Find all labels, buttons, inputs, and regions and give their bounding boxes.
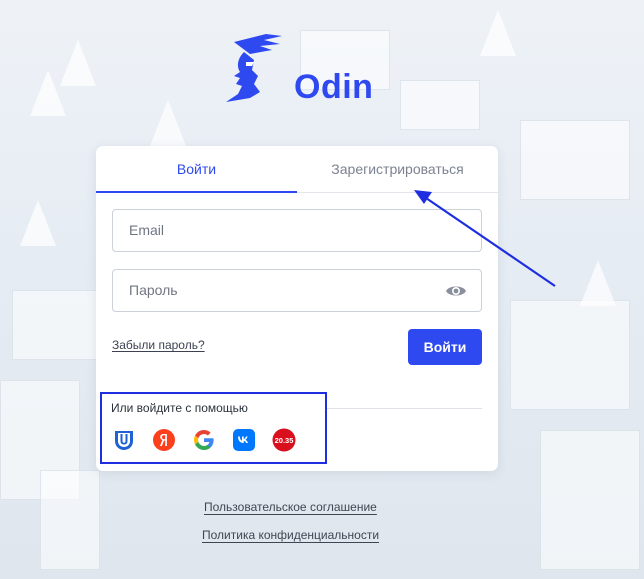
google-icon[interactable] <box>192 428 216 452</box>
auth-tabs: Войти Зарегистрироваться <box>96 146 498 193</box>
email-field[interactable]: Email <box>112 209 482 252</box>
unti-icon[interactable] <box>112 428 136 452</box>
password-field[interactable]: Пароль <box>112 269 482 312</box>
privacy-link[interactable]: Политика конфиденциальности <box>202 528 379 542</box>
password-placeholder: Пароль <box>129 282 178 298</box>
viking-head-icon <box>226 34 282 102</box>
vk-icon[interactable] <box>232 428 256 452</box>
eye-icon[interactable] <box>445 283 467 299</box>
2035-label: 20.35 <box>275 436 294 445</box>
social-icons-row: 20.35 <box>112 428 296 452</box>
tab-register[interactable]: Зарегистрироваться <box>297 146 498 193</box>
brand-name: Odin <box>294 68 374 106</box>
tab-login[interactable]: Войти <box>96 146 297 193</box>
email-placeholder: Email <box>129 222 165 238</box>
brand-logo: Odin <box>220 32 380 106</box>
login-button[interactable]: Войти <box>408 329 482 365</box>
yandex-icon[interactable] <box>152 428 176 452</box>
login-card: Войти Зарегистрироваться Email Пароль За… <box>96 146 498 471</box>
terms-link[interactable]: Пользовательское соглашение <box>204 500 377 514</box>
2035-icon[interactable]: 20.35 <box>272 428 296 452</box>
forgot-password-link[interactable]: Забыли пароль? <box>112 338 205 352</box>
social-login-section: Или войдите с помощью 20.35 <box>100 392 327 464</box>
social-login-title: Или войдите с помощью <box>111 401 248 415</box>
